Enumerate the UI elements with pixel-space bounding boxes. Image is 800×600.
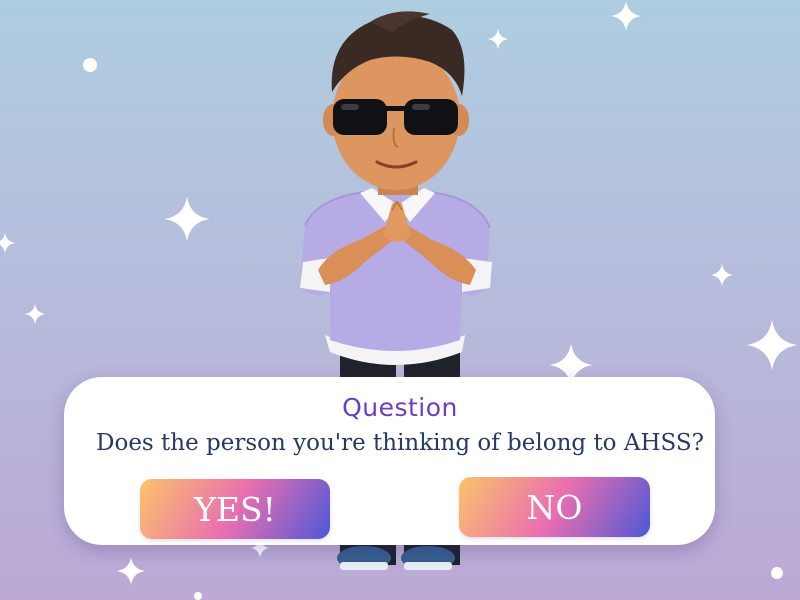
yes-button[interactable]: YES! (140, 479, 330, 539)
star-dot (83, 58, 97, 72)
sparkle-icon (611, 1, 641, 31)
star-dot (194, 592, 202, 600)
no-button[interactable]: NO (459, 477, 650, 537)
sparkle-icon (116, 556, 146, 586)
star-dot (771, 567, 783, 579)
sparkle-icon (710, 263, 734, 287)
sparkle-icon (0, 232, 16, 254)
dialog-title: Question (342, 393, 458, 422)
sparkle-icon (24, 303, 46, 325)
question-text: Does the person you're thinking of belon… (96, 430, 704, 456)
sparkle-icon (164, 196, 210, 242)
sparkle-icon (746, 319, 798, 371)
